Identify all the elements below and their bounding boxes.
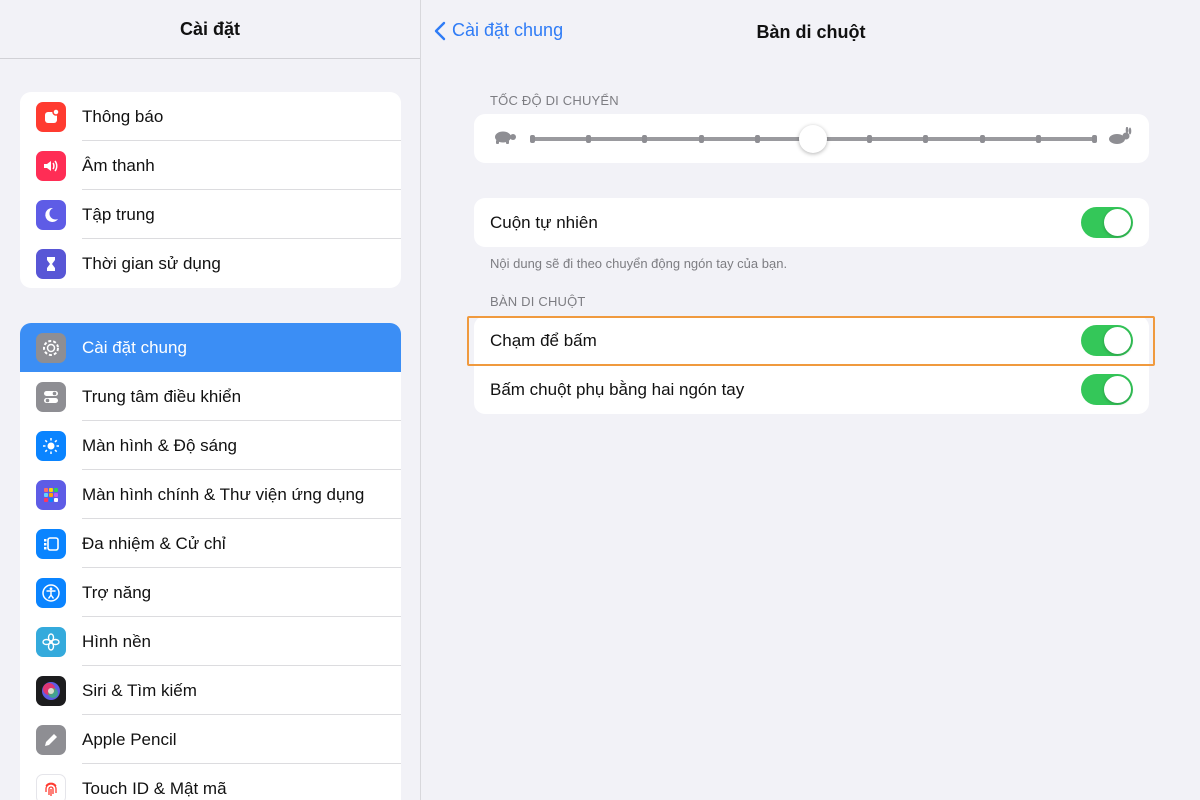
trackpad-section-header: BÀN DI CHUỘT [490,294,586,309]
speed-slider-tick [698,135,704,143]
sidebar-title: Cài đặt [179,18,240,39]
sidebar-item-label: Apple Pencil [82,729,177,749]
two-finger-click-toggle[interactable] [1081,374,1133,405]
rabbit-icon [1105,126,1133,152]
speed-slider-tick [923,135,929,143]
toggle-knob [1104,376,1131,403]
sidebar-group-2: Cài đặt chung Trung tâm điều khiển Màn h… [20,323,401,800]
sidebar-item-general[interactable]: Cài đặt chung [20,323,401,372]
flower-icon [36,626,66,657]
speed-slider-track[interactable] [530,125,1097,153]
bell-icon [36,101,66,132]
sidebar-item-home-screen[interactable]: Màn hình chính & Thư viện ứng dụng [20,470,401,519]
speed-slider-tick [1092,135,1097,143]
natural-scroll-label: Cuộn tự nhiên [490,212,598,232]
sidebar-item-label: Hình nền [82,631,151,651]
siri-icon [36,675,66,706]
speed-slider-thumb[interactable] [799,125,827,153]
detail-pane: Cài đặt chung Bàn di chuột TỐC ĐỘ DI CHU… [422,0,1200,800]
grid-icon [36,479,66,510]
pencil-icon [36,724,66,755]
speed-slider-tick [642,135,648,143]
sidebar-item-label: Đa nhiệm & Cử chỉ [82,533,226,553]
multitask-icon [36,528,66,559]
switches-icon [36,381,66,412]
turtle-icon [490,127,518,152]
tap-to-click-row: Chạm để bấm [474,316,1149,365]
sidebar-item-notifications[interactable]: Thông báo [20,92,401,141]
speed-slider-tick [979,135,985,143]
speed-slider-tick [867,135,873,143]
tracking-speed-card [474,114,1149,163]
sidebar-item-display[interactable]: Màn hình & Độ sáng [20,421,401,470]
trackpad-card: Chạm để bấm Bấm chuột phụ bằng hai ngón … [474,316,1149,414]
sidebar-item-label: Màn hình chính & Thư viện ứng dụng [82,484,365,504]
sun-icon [36,430,66,461]
sidebar-header: Cài đặt [0,0,420,59]
sidebar-item-siri[interactable]: Siri & Tìm kiếm [20,666,401,715]
two-finger-click-row: Bấm chuột phụ bằng hai ngón tay [474,365,1149,414]
hourglass-icon [36,248,66,279]
speed-slider-tick [530,135,535,143]
natural-scroll-toggle[interactable] [1081,207,1133,238]
tap-to-click-toggle[interactable] [1081,325,1133,356]
sidebar-item-label: Cài đặt chung [82,337,187,357]
sidebar-item-accessibility[interactable]: Trợ năng [20,568,401,617]
sidebar-item-sounds[interactable]: Âm thanh [20,141,401,190]
moon-icon [36,199,66,230]
toggle-knob [1104,327,1131,354]
sidebar-item-apple-pencil[interactable]: Apple Pencil [20,715,401,764]
page-title-text: Bàn di chuột [756,22,866,42]
two-finger-click-label: Bấm chuột phụ bằng hai ngón tay [490,379,745,399]
sidebar: Cài đặt Thông báo Âm thanh Tập trung Thờ… [0,0,421,800]
speed-section-header: TỐC ĐỘ DI CHUYỂN [490,93,619,108]
toggle-knob [1104,209,1131,236]
natural-scroll-row: Cuộn tự nhiên [474,198,1149,247]
speed-slider-tick [1035,135,1041,143]
sidebar-item-control-center[interactable]: Trung tâm điều khiển [20,372,401,421]
sidebar-item-screen-time[interactable]: Thời gian sử dụng [20,239,401,288]
nav-bar: Cài đặt chung Bàn di chuột [422,0,1200,66]
accessibility-icon [36,577,66,608]
sidebar-item-label: Touch ID & Mật mã [82,778,227,798]
tap-to-click-label: Chạm để bấm [490,330,597,350]
speaker-icon [36,150,66,181]
sidebar-item-label: Tập trung [82,204,155,224]
sidebar-item-label: Thông báo [82,106,164,126]
speed-slider-tick [754,135,760,143]
sidebar-item-label: Âm thanh [82,155,155,175]
sidebar-item-multitasking[interactable]: Đa nhiệm & Cử chỉ [20,519,401,568]
page-title: Bàn di chuột [422,22,1200,43]
sidebar-item-label: Màn hình & Độ sáng [82,435,237,455]
sidebar-group-1: Thông báo Âm thanh Tập trung Thời gian s… [20,92,401,288]
sidebar-item-label: Trợ năng [82,582,152,602]
sidebar-item-wallpaper[interactable]: Hình nền [20,617,401,666]
fingerprint-icon [36,773,66,800]
natural-scroll-card: Cuộn tự nhiên [474,198,1149,247]
speed-slider-tick [586,135,592,143]
sidebar-item-label: Siri & Tìm kiếm [82,680,197,700]
sidebar-item-touch-id[interactable]: Touch ID & Mật mã [20,764,401,800]
sidebar-item-focus[interactable]: Tập trung [20,190,401,239]
gear-icon [36,332,66,363]
sidebar-item-label: Trung tâm điều khiển [82,386,242,406]
natural-scroll-footnote: Nội dung sẽ đi theo chuyển động ngón tay… [490,256,788,271]
sidebar-item-label: Thời gian sử dụng [82,253,221,273]
